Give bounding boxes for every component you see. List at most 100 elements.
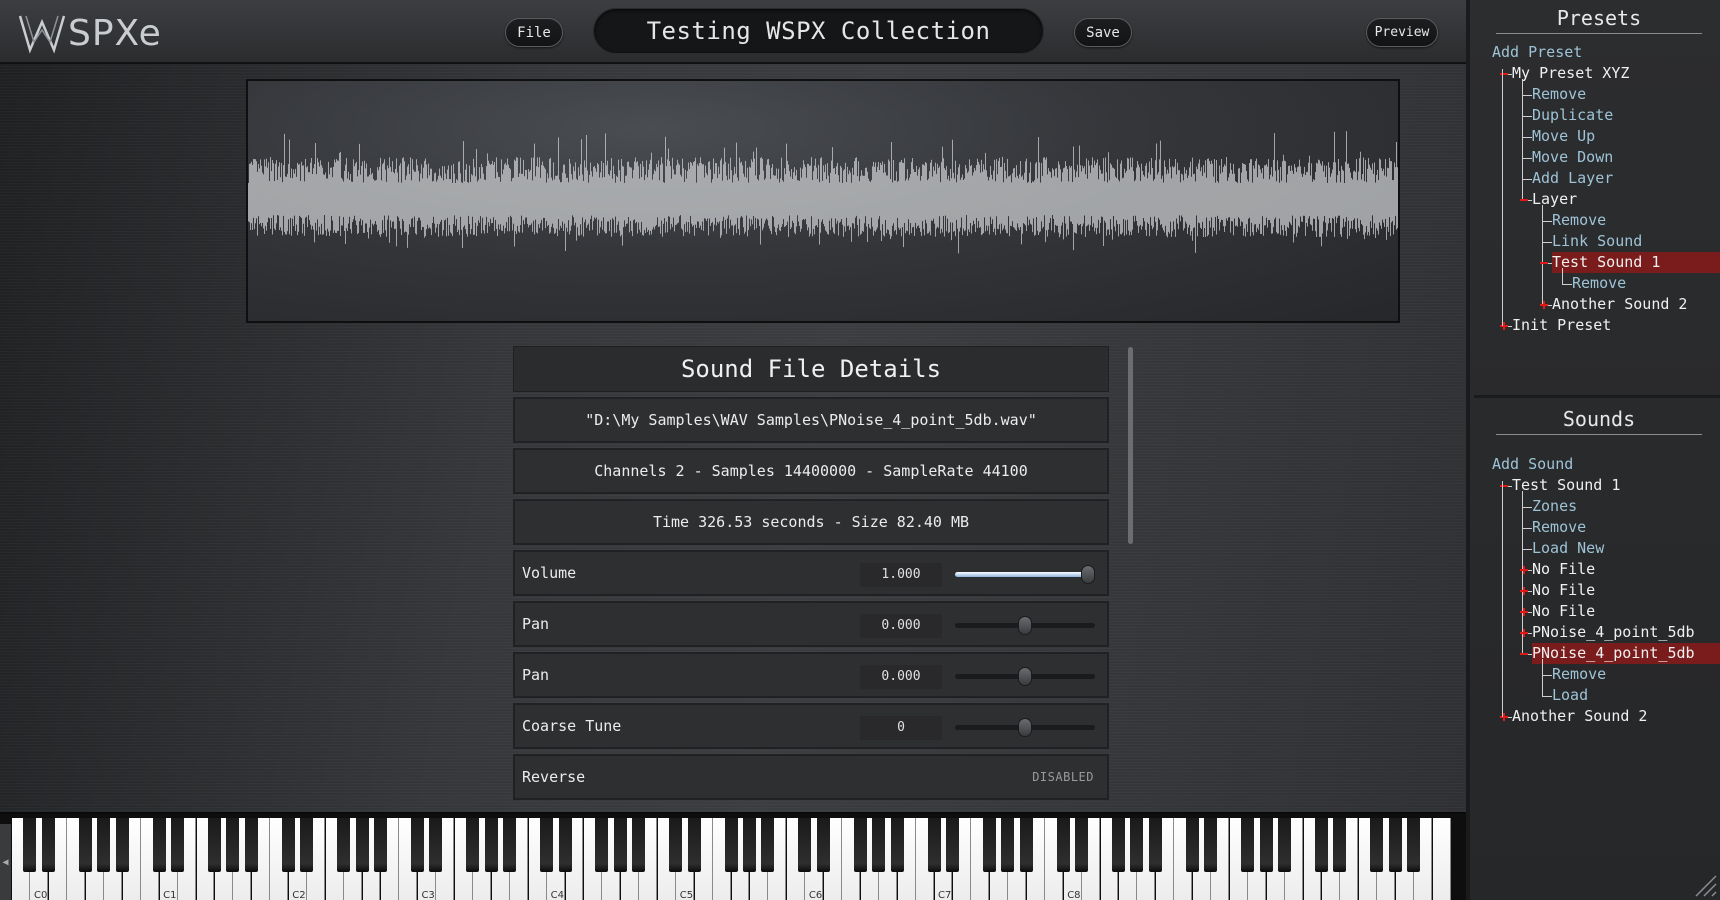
tree-action-load[interactable]: Load [1474,685,1720,706]
file-button[interactable]: File [505,18,563,47]
black-key[interactable] [1056,818,1070,872]
black-key[interactable] [429,818,443,872]
keyboard-scroll-left[interactable]: ◀ [0,824,11,900]
expand-icon[interactable] [1520,587,1528,595]
black-key[interactable] [798,818,812,872]
black-key[interactable] [410,818,424,872]
slider-thumb[interactable] [1018,718,1032,737]
resize-grip-icon[interactable] [1690,870,1718,898]
pan-2-slider[interactable] [955,667,1095,686]
slider-thumb[interactable] [1018,667,1032,686]
tree-action-move-down[interactable]: Move Down [1474,147,1720,168]
black-key[interactable] [1314,818,1328,872]
black-key[interactable] [97,818,111,872]
black-key[interactable] [207,818,221,872]
slider-thumb[interactable] [1081,565,1095,584]
black-key[interactable] [1388,818,1402,872]
collapse-icon[interactable] [1540,259,1548,267]
black-key[interactable] [1112,818,1125,872]
tree-action-zones[interactable]: Zones [1474,496,1720,517]
black-key[interactable] [1259,818,1273,872]
black-key[interactable] [945,818,959,872]
tree-action-remove[interactable]: Remove [1474,664,1720,685]
black-key[interactable] [743,818,756,872]
black-key[interactable] [115,818,129,872]
pan-value[interactable]: 0.000 [860,614,942,638]
black-key[interactable] [1204,818,1218,872]
coarse-tune-slider[interactable] [955,718,1095,737]
volume-value[interactable]: 1.000 [860,563,942,587]
black-key[interactable] [927,818,941,872]
volume-slider[interactable] [955,565,1095,584]
black-key[interactable] [503,818,517,872]
details-scrollbar[interactable] [1128,347,1133,544]
save-button[interactable]: Save [1074,18,1132,47]
tree-node-init-preset[interactable]: Init Preset [1474,315,1720,336]
black-key[interactable] [724,818,738,872]
black-key[interactable] [300,818,314,872]
tree-node-pnoise-4-point-5db[interactable]: PNoise_4_point_5db [1474,622,1720,643]
tree-action-link-sound[interactable]: Link Sound [1474,231,1720,252]
black-key[interactable] [244,818,258,872]
black-key[interactable] [466,818,480,872]
black-key[interactable] [853,818,867,872]
black-key[interactable] [226,818,240,872]
black-key[interactable] [1001,818,1015,872]
tree-action-load-new[interactable]: Load New [1474,538,1720,559]
black-key[interactable] [890,818,904,872]
black-key[interactable] [613,818,627,872]
tree-action-add-sound[interactable]: Add Sound [1474,454,1720,475]
tree-node-layer[interactable]: Layer [1474,189,1720,210]
reverse-toggle[interactable]: DISABLED [1032,770,1094,784]
expand-icon[interactable] [1520,608,1528,616]
black-key[interactable] [1075,818,1089,872]
tree-node-pnoise-4-point-5db[interactable]: PNoise_4_point_5db [1474,643,1720,664]
expand-icon[interactable] [1540,301,1548,309]
black-key[interactable] [761,818,775,872]
black-key[interactable] [281,818,295,872]
tree-node-test-sound-1[interactable]: Test Sound 1 [1474,475,1720,496]
black-key[interactable] [872,818,886,872]
black-key[interactable] [669,818,683,872]
black-key[interactable] [23,818,37,872]
tree-node-another-sound-2[interactable]: Another Sound 2 [1474,294,1720,315]
black-key[interactable] [337,818,351,872]
param-row-reverse[interactable]: Reverse DISABLED [513,754,1109,800]
white-key[interactable] [1432,818,1451,900]
tree-action-remove[interactable]: Remove [1474,273,1720,294]
tree-node-my-preset-xyz[interactable]: My Preset XYZ [1474,63,1720,84]
pan-2-value[interactable]: 0.000 [860,665,942,689]
tree-action-remove[interactable]: Remove [1474,517,1720,538]
collapse-icon[interactable] [1520,650,1528,658]
tree-node-another-sound-2[interactable]: Another Sound 2 [1474,706,1720,727]
pan-slider[interactable] [955,616,1095,635]
tree-action-remove[interactable]: Remove [1474,84,1720,105]
black-key[interactable] [1370,818,1384,872]
black-key[interactable] [1148,818,1162,872]
black-key[interactable] [152,818,166,872]
waveform-display[interactable] [246,79,1400,323]
black-key[interactable] [374,818,387,872]
black-key[interactable] [78,818,92,872]
slider-thumb[interactable] [1018,616,1032,635]
black-key[interactable] [1185,818,1199,872]
tree-node-no-file[interactable]: No File [1474,580,1720,601]
black-key[interactable] [595,818,609,872]
black-key[interactable] [1278,818,1292,872]
tree-action-duplicate[interactable]: Duplicate [1474,105,1720,126]
collapse-icon[interactable] [1520,196,1528,204]
black-key[interactable] [41,818,55,872]
tree-node-no-file[interactable]: No File [1474,559,1720,580]
expand-icon[interactable] [1520,566,1528,574]
black-key[interactable] [484,818,498,872]
preview-button[interactable]: Preview [1366,18,1438,47]
coarse-tune-value[interactable]: 0 [860,716,942,740]
tree-node-no-file[interactable]: No File [1474,601,1720,622]
tree-action-add-layer[interactable]: Add Layer [1474,168,1720,189]
black-key[interactable] [1241,818,1255,872]
piano-keyboard[interactable]: ◀ C0 C1 C2 C3 C4 C5 C6 C7 C8 [0,812,1466,900]
black-key[interactable] [687,818,701,872]
black-key[interactable] [171,818,185,872]
black-key[interactable] [816,818,830,872]
black-key[interactable] [540,818,554,872]
